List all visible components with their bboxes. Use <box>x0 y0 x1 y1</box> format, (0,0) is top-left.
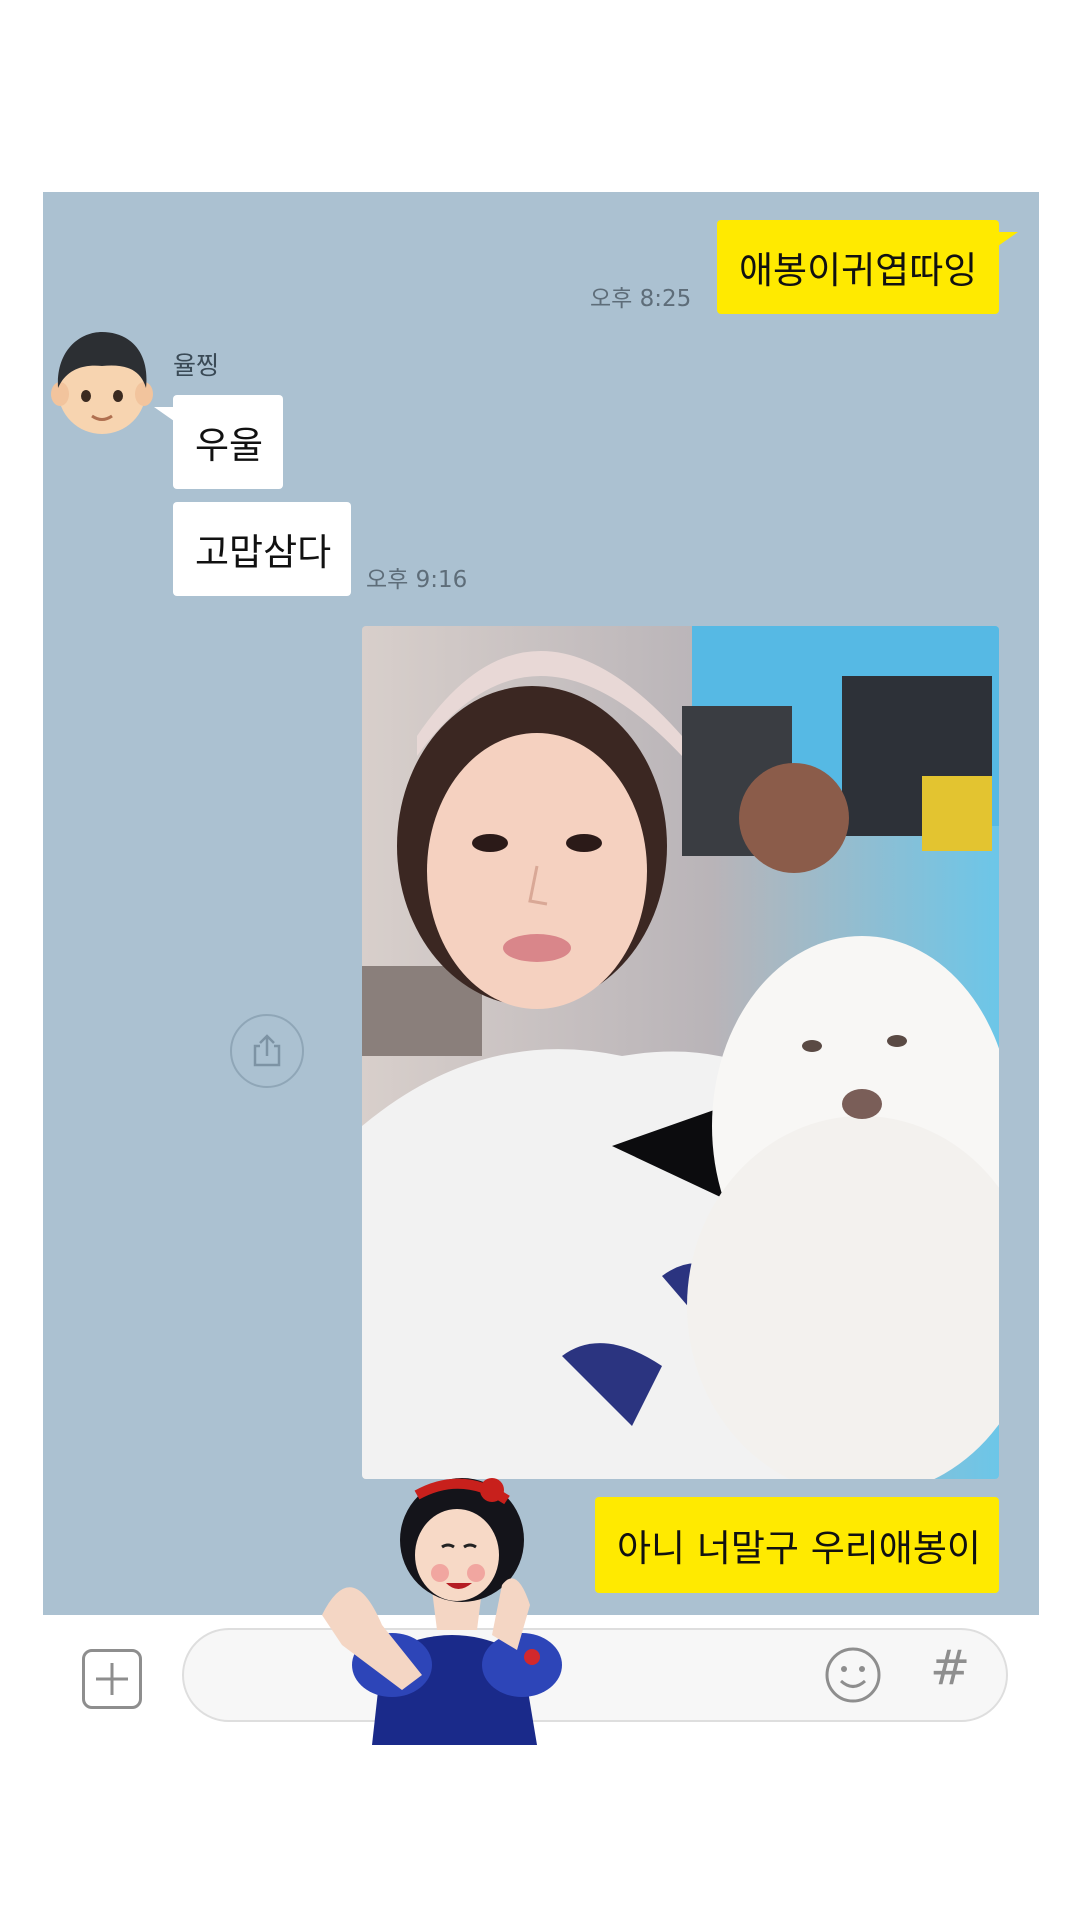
add-attachment-button[interactable] <box>82 1649 142 1709</box>
message-bubble-received[interactable]: 고맙삼다 <box>173 502 351 596</box>
message-bubble-sent[interactable]: 아니 너말구 우리애봉이 <box>595 1497 999 1593</box>
message-time: 오후 9:16 <box>366 567 468 593</box>
hashtag-button[interactable]: # <box>930 1640 970 1696</box>
message-photo[interactable] <box>362 626 999 1479</box>
share-icon <box>253 1034 281 1067</box>
message-text: 아니 너말구 우리애봉이 <box>617 1527 981 1570</box>
message-bubble-sent[interactable]: 애봉이귀엽따잉 <box>717 220 999 314</box>
avatar-icon[interactable] <box>48 328 156 438</box>
message-text: 우울 <box>195 424 264 467</box>
photo-image <box>362 626 999 1479</box>
bubble-tail <box>154 407 174 421</box>
snow-white-sticker <box>322 1478 562 1745</box>
message-text: 애봉이귀엽따잉 <box>739 249 978 292</box>
bubble-tail <box>998 232 1018 246</box>
plus-icon <box>96 1663 128 1695</box>
share-button[interactable] <box>230 1014 304 1088</box>
sender-name: 율찡 <box>173 351 220 380</box>
message-time: 오후 8:25 <box>590 286 692 312</box>
message-text: 고맙삼다 <box>195 531 332 574</box>
message-input[interactable] <box>182 1628 1008 1722</box>
message-bubble-received[interactable]: 우울 <box>173 395 283 489</box>
emoji-icon[interactable] <box>824 1646 882 1704</box>
